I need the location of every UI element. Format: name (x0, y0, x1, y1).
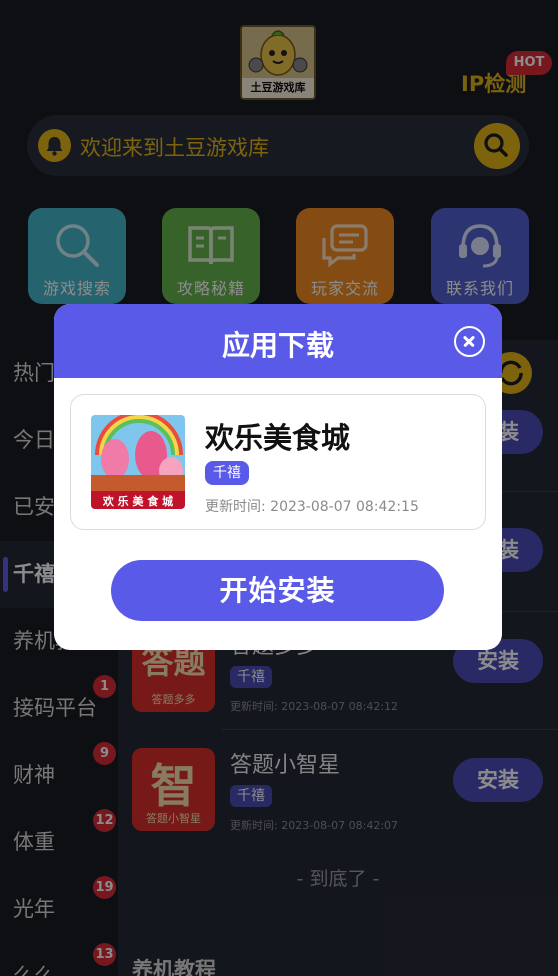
app-name: 欢乐美食城 (205, 421, 351, 455)
close-icon[interactable] (454, 326, 485, 357)
app-update-time: 更新时间: 2023-08-07 08:42:15 (205, 499, 419, 515)
app-cover-image: 欢 乐 美 食 城 (91, 415, 185, 509)
app-screen: 土豆游戏库 IP检测 HOT 欢迎来到土豆游戏库 游戏搜索 攻略秘籍 玩家交流 … (0, 0, 558, 976)
dialog-title: 应用下载 (221, 329, 334, 362)
dialog-header: 应用下载 (54, 304, 502, 378)
start-install-button[interactable]: 开始安装 (111, 560, 444, 621)
app-info-card: 欢 乐 美 食 城 欢乐美食城 千禧 更新时间: 2023-08-07 08:4… (70, 394, 486, 530)
app-cover-text: 欢 乐 美 食 城 (102, 495, 174, 508)
download-dialog: 应用下载 欢 乐 美 食 城 欢乐美食城 千禧 更新时间: 2023-08-07… (54, 304, 502, 650)
app-tag: 千禧 (205, 461, 249, 485)
